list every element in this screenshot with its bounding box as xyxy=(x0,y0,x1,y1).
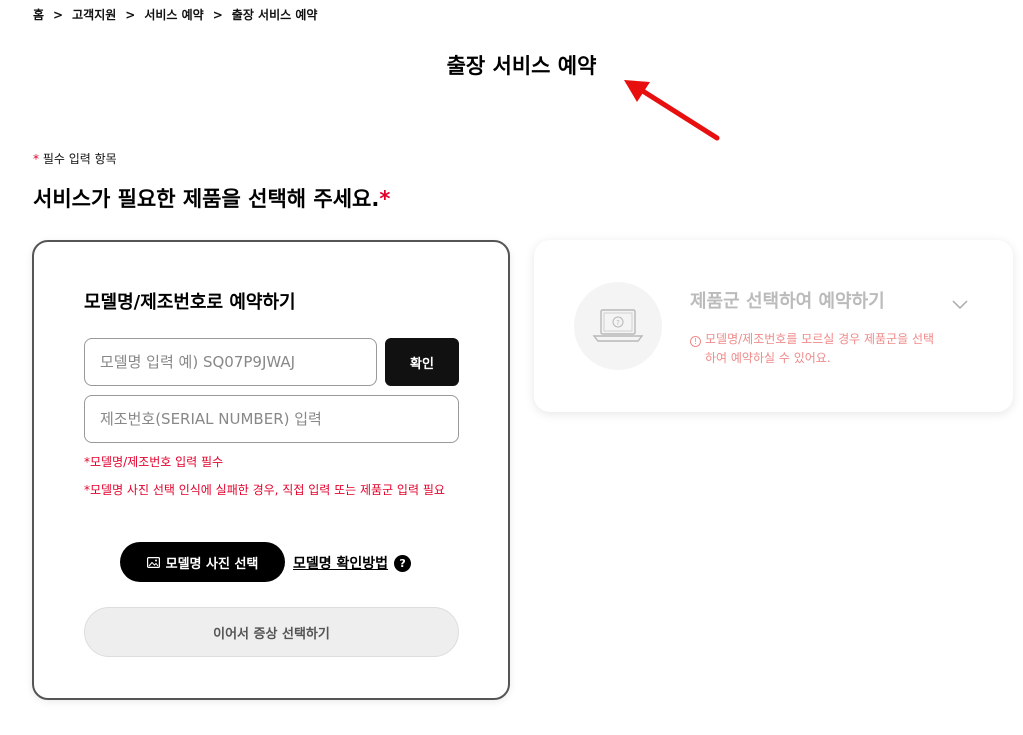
breadcrumb-current: 출장 서비스 예약 xyxy=(231,8,318,22)
model-photo-select-button[interactable]: 모델명 사진 선택 xyxy=(120,542,285,582)
category-card-title: 제품군 선택하여 예약하기 xyxy=(690,291,885,312)
section-heading-text: 서비스가 필요한 제품을 선택해 주세요. xyxy=(33,187,380,211)
product-icon-circle: ? xyxy=(574,282,662,370)
breadcrumb-support[interactable]: 고객지원 xyxy=(72,6,116,23)
breadcrumb: 홈 > 고객지원 > 서비스 예약 > 출장 서비스 예약 xyxy=(33,6,317,23)
section-heading: 서비스가 필요한 제품을 선택해 주세요.* xyxy=(33,183,390,213)
laptop-question-icon: ? xyxy=(592,309,644,342)
info-line-2: 하여 예약하실 수 있어요. xyxy=(705,351,831,365)
serial-number-input[interactable] xyxy=(84,395,459,443)
required-star: * xyxy=(379,187,391,211)
page-title: 출장 서비스 예약 xyxy=(446,54,597,78)
chevron-down-icon[interactable] xyxy=(952,300,968,310)
info-line-1: 모델명/제조번호를 모르실 경우 제품군을 선택 xyxy=(705,332,935,346)
svg-text:?: ? xyxy=(616,319,620,327)
image-icon xyxy=(146,556,160,568)
model-name-input[interactable] xyxy=(84,338,377,386)
model-booking-card: 모델명/제조번호로 예약하기 확인 *모델명/제조번호 입력 필수 *모델명 사… xyxy=(32,240,510,700)
category-booking-card[interactable]: ? 제품군 선택하여 예약하기 ! 모델명/제조번호를 모르실 경우 제품군을 선… xyxy=(534,240,1013,412)
how-to-link-label: 모델명 확인방법 xyxy=(293,556,389,572)
category-info-text: ! 모델명/제조번호를 모르실 경우 제품군을 선택 하여 예약하실 수 있어요. xyxy=(690,330,980,368)
breadcrumb-separator: > xyxy=(53,7,64,22)
info-icon: ! xyxy=(690,336,701,347)
breadcrumb-separator: > xyxy=(212,7,223,22)
red-arrow-annotation xyxy=(624,80,720,141)
required-note-text: 필수 입력 항목 xyxy=(39,152,117,166)
error-required-text: *모델명/제조번호 입력 필수 xyxy=(84,455,224,469)
required-note: * 필수 입력 항목 xyxy=(33,150,117,167)
photo-button-label: 모델명 사진 선택 xyxy=(165,556,259,572)
breadcrumb-home[interactable]: 홈 xyxy=(33,6,44,23)
model-how-to-link[interactable]: 모델명 확인방법 ? xyxy=(293,553,412,573)
confirm-button[interactable]: 확인 xyxy=(385,338,459,386)
continue-symptom-button[interactable]: 이어서 증상 선택하기 xyxy=(84,607,459,657)
breadcrumb-service-booking[interactable]: 서비스 예약 xyxy=(144,6,203,23)
help-icon[interactable]: ? xyxy=(394,554,412,572)
error-photo-text: *모델명 사진 선택 인식에 실패한 경우, 직접 입력 또는 제품군 입력 필… xyxy=(84,483,445,497)
breadcrumb-separator: > xyxy=(125,7,136,22)
model-card-title: 모델명/제조번호로 예약하기 xyxy=(84,292,296,313)
